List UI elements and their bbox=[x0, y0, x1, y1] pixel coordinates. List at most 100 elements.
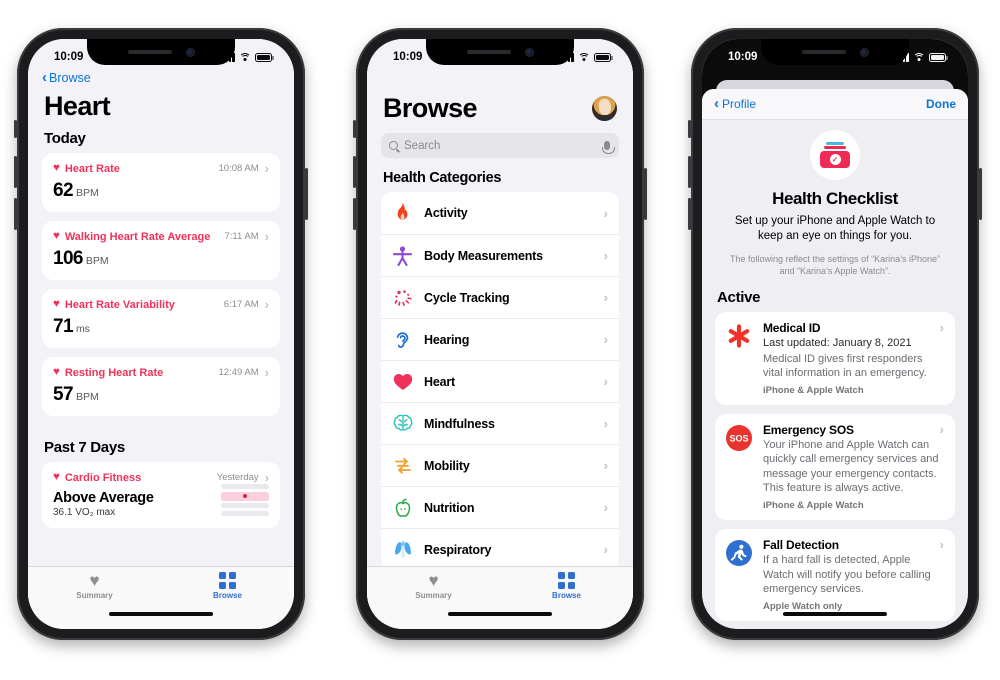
item-name: Fall Detection bbox=[763, 537, 839, 552]
metric-value: 57 bbox=[53, 384, 74, 405]
metric-unit: ms bbox=[75, 323, 90, 335]
heart-scroll-area[interactable]: ‹ Browse Heart Today ♥ Heart Rate 10:08 bbox=[28, 39, 294, 566]
heart-icon: ♥ bbox=[53, 470, 60, 483]
page-subtitle: Set up your iPhone and Apple Watch to ke… bbox=[734, 215, 936, 243]
silent-switch[interactable] bbox=[14, 120, 17, 138]
metric-card-heart-rate-variability[interactable]: ♥ Heart Rate Variability 6:17 AM › 71 ms bbox=[42, 289, 280, 348]
phone-browse: 10:09 Browse Search Health Categories Ac… bbox=[353, 25, 647, 643]
category-label: Mobility bbox=[424, 458, 470, 473]
power-button[interactable] bbox=[644, 168, 647, 220]
tab-browse[interactable]: Browse bbox=[500, 572, 633, 600]
metric-card-cardio-fitness[interactable]: ♥ Cardio Fitness Yesterday › Above Avera… bbox=[42, 462, 280, 528]
battery-icon bbox=[594, 52, 613, 62]
category-row-respiratory[interactable]: Respiratory › bbox=[381, 528, 619, 566]
category-row-activity[interactable]: Activity › bbox=[381, 192, 619, 234]
item-devices: Apple Watch only bbox=[763, 600, 843, 612]
item-description: Medical ID gives first responders vital … bbox=[763, 352, 927, 380]
checklist-item-medical-id[interactable]: Medical ID › Last updated: January 8, 20… bbox=[715, 312, 955, 405]
checklist-item-fall-detection[interactable]: Fall Detection › If a hard fall is detec… bbox=[715, 528, 955, 621]
back-to-profile-button[interactable]: ‹ Profile bbox=[714, 96, 756, 111]
status-time: 10:09 bbox=[54, 51, 84, 63]
tab-label: Browse bbox=[213, 590, 242, 600]
volume-up-button[interactable] bbox=[688, 156, 691, 188]
volume-down-button[interactable] bbox=[14, 198, 17, 230]
checkmark-icon: ✓ bbox=[829, 154, 841, 165]
tab-label: Summary bbox=[415, 591, 452, 600]
chevron-right-icon: › bbox=[264, 470, 269, 485]
checklist-item-emergency-sos[interactable]: SOS Emergency SOS › Your iPhone and Appl… bbox=[715, 413, 955, 520]
tab-summary[interactable]: ♥ Summary bbox=[28, 572, 161, 600]
apple-icon bbox=[392, 497, 413, 519]
heart-icon: ♥ bbox=[53, 297, 60, 310]
battery-icon bbox=[929, 52, 948, 62]
tab-label: Summary bbox=[76, 591, 113, 600]
metric-time: 12:49 AM bbox=[218, 367, 259, 378]
volume-down-button[interactable] bbox=[688, 198, 691, 230]
category-label: Cycle Tracking bbox=[424, 290, 510, 305]
heart-icon: ♥ bbox=[53, 161, 60, 174]
earpiece-speaker bbox=[127, 50, 172, 54]
checklist-scroll-area[interactable]: ✓ Health Checklist Set up your iPhone an… bbox=[702, 120, 968, 629]
metric-card-heart-rate[interactable]: ♥ Heart Rate 10:08 AM › 62 BPM bbox=[42, 153, 280, 212]
fine-print: The following reflect the settings of “K… bbox=[730, 253, 940, 276]
wifi-icon bbox=[578, 52, 590, 62]
metric-card-resting-heart-rate[interactable]: ♥ Resting Heart Rate 12:49 AM › 57 BPM bbox=[42, 357, 280, 416]
silent-switch[interactable] bbox=[353, 120, 356, 138]
category-row-hearing[interactable]: Hearing › bbox=[381, 318, 619, 360]
notch bbox=[87, 39, 235, 65]
phone-health-checklist: 10:09 ‹ Profile Done ✓ Health Checklist … bbox=[688, 25, 982, 643]
avatar[interactable] bbox=[592, 96, 617, 121]
chevron-right-icon: › bbox=[603, 290, 608, 305]
browse-scroll-area[interactable]: Browse Search Health Categories Activity… bbox=[367, 39, 633, 566]
item-devices: iPhone & Apple Watch bbox=[763, 499, 864, 511]
earpiece-speaker bbox=[801, 50, 846, 54]
volume-up-button[interactable] bbox=[14, 156, 17, 188]
tab-bar: ♥ Summary Browse bbox=[28, 566, 294, 612]
chevron-left-icon: ‹ bbox=[42, 69, 47, 86]
search-input[interactable]: Search bbox=[381, 133, 619, 158]
category-label: Heart bbox=[424, 374, 455, 389]
category-row-body-measurements[interactable]: Body Measurements › bbox=[381, 234, 619, 276]
volume-down-button[interactable] bbox=[353, 198, 356, 230]
silent-switch[interactable] bbox=[688, 120, 691, 138]
item-devices: iPhone & Apple Watch bbox=[763, 384, 864, 396]
metric-card-walking-heart-rate-average[interactable]: ♥ Walking Heart Rate Average 7:11 AM › 1… bbox=[42, 221, 280, 280]
metric-label: Heart Rate Variability bbox=[64, 298, 175, 311]
flame-icon bbox=[392, 202, 413, 224]
ear-icon bbox=[392, 329, 413, 351]
tab-summary[interactable]: ♥ Summary bbox=[367, 572, 500, 600]
battery-icon bbox=[255, 52, 274, 62]
browse-screen: Browse Search Health Categories Activity… bbox=[367, 39, 633, 629]
category-row-mindfulness[interactable]: Mindfulness › bbox=[381, 402, 619, 444]
microphone-icon[interactable] bbox=[601, 141, 615, 154]
metric-label: Resting Heart Rate bbox=[64, 366, 164, 379]
done-button[interactable]: Done bbox=[926, 97, 956, 111]
heart-icon: ♥ bbox=[53, 365, 60, 378]
front-camera-icon bbox=[185, 47, 195, 57]
category-row-mobility[interactable]: Mobility › bbox=[381, 444, 619, 486]
category-row-heart[interactable]: Heart › bbox=[381, 360, 619, 402]
grid-icon bbox=[558, 572, 575, 589]
health-categories-list: Activity › Body Measurements › Cycle Tra… bbox=[381, 192, 619, 566]
cardio-fitness-sub: 36.1 VO₂ max bbox=[53, 507, 116, 518]
category-label: Nutrition bbox=[424, 500, 475, 515]
item-name: Medical ID bbox=[763, 321, 821, 336]
volume-up-button[interactable] bbox=[353, 156, 356, 188]
category-row-nutrition[interactable]: Nutrition › bbox=[381, 486, 619, 528]
wifi-icon bbox=[913, 52, 925, 62]
power-button[interactable] bbox=[979, 168, 982, 220]
section-heading-active: Active bbox=[717, 289, 761, 307]
tab-browse[interactable]: Browse bbox=[161, 572, 294, 600]
tab-label: Browse bbox=[552, 590, 581, 600]
home-indicator[interactable] bbox=[28, 612, 294, 629]
chevron-right-icon: › bbox=[603, 500, 608, 515]
section-heading-health-categories: Health Categories bbox=[383, 170, 502, 186]
sos-icon: SOS bbox=[725, 424, 753, 452]
category-row-cycle-tracking[interactable]: Cycle Tracking › bbox=[381, 276, 619, 318]
home-indicator[interactable] bbox=[702, 612, 968, 629]
chevron-right-icon: › bbox=[939, 536, 944, 552]
front-camera-icon bbox=[524, 47, 534, 57]
heart-icon: ♥ bbox=[428, 571, 439, 590]
home-indicator[interactable] bbox=[367, 612, 633, 629]
power-button[interactable] bbox=[305, 168, 308, 220]
